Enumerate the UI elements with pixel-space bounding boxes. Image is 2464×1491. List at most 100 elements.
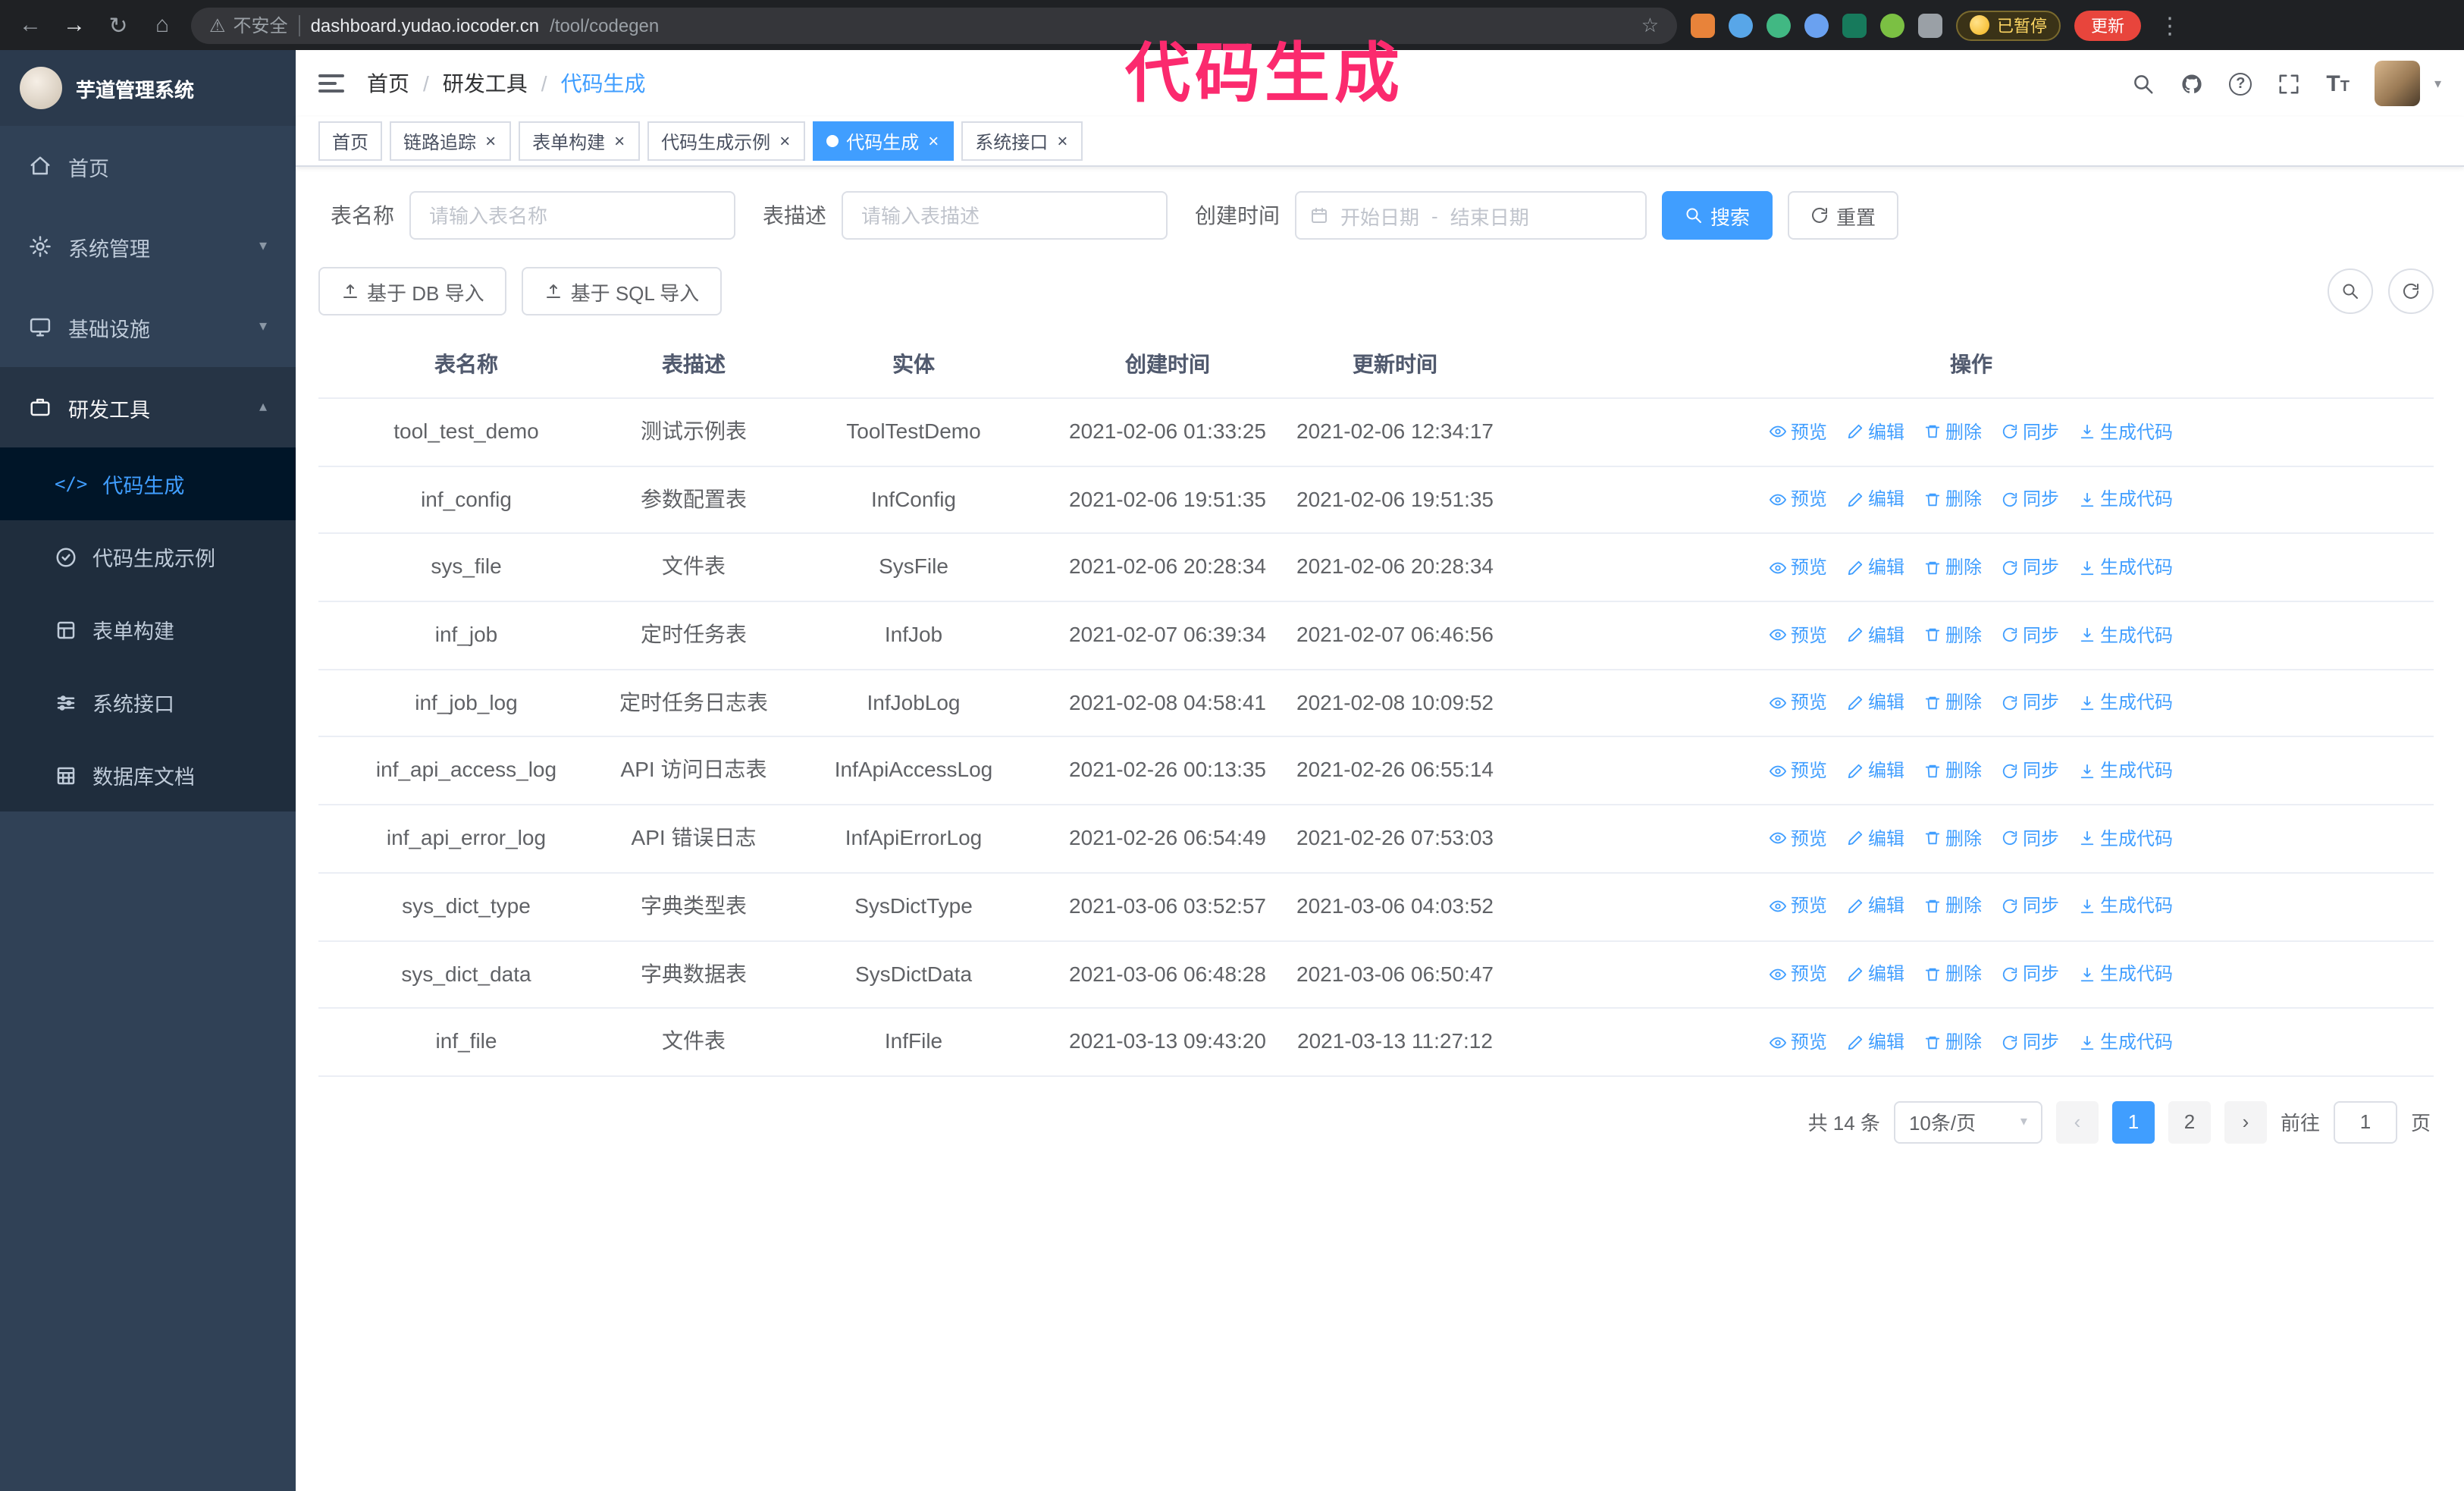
edit-link[interactable]: 编辑 [1847, 485, 1904, 513]
delete-link[interactable]: 删除 [1924, 418, 1982, 446]
browser-back-icon[interactable]: ← [15, 12, 45, 38]
generate-code-link[interactable]: 生成代码 [2079, 554, 2173, 582]
extension-icon-blue-drop[interactable] [1729, 13, 1753, 37]
fullscreen-icon[interactable] [2277, 72, 2300, 95]
sidebar-item-db-doc[interactable]: 数据库文档 [0, 739, 296, 811]
delete-link[interactable]: 删除 [1924, 621, 1982, 649]
edit-link[interactable]: 编辑 [1847, 554, 1904, 582]
delete-link[interactable]: 删除 [1924, 1028, 1982, 1056]
generate-code-link[interactable]: 生成代码 [2079, 621, 2173, 649]
preview-link[interactable]: 预览 [1769, 554, 1827, 582]
sync-link[interactable]: 同步 [2002, 960, 2059, 988]
prev-page-button[interactable]: ‹ [2055, 1100, 2099, 1144]
table-name-input[interactable] [409, 191, 735, 240]
sidebar-item-dev-tools[interactable]: 研发工具 ▴ [0, 367, 296, 447]
sidebar-item-infrastructure[interactable]: 基础设施 ▾ [0, 287, 296, 367]
browser-home-icon[interactable]: ⌂ [147, 12, 177, 38]
hamburger-icon[interactable] [318, 74, 344, 93]
generate-code-link[interactable]: 生成代码 [2079, 1028, 2173, 1056]
delete-link[interactable]: 删除 [1924, 485, 1982, 513]
goto-page-input[interactable] [2333, 1100, 2397, 1144]
sync-link[interactable]: 同步 [2002, 757, 2059, 785]
sync-link[interactable]: 同步 [2002, 893, 2059, 921]
sidebar-item-system-api[interactable]: 系统接口 [0, 666, 296, 739]
extension-icon-green[interactable] [1880, 13, 1904, 37]
import-sql-button[interactable]: 基于 SQL 导入 [522, 267, 723, 315]
preview-link[interactable]: 预览 [1769, 960, 1827, 988]
sidebar-item-home[interactable]: 首页 [0, 126, 296, 206]
generate-code-link[interactable]: 生成代码 [2079, 757, 2173, 785]
breadcrumb-item[interactable]: 首页 [367, 68, 409, 99]
sync-link[interactable]: 同步 [2002, 418, 2059, 446]
extension-icon-teal[interactable] [1842, 13, 1867, 37]
extension-icon-orange[interactable] [1691, 13, 1715, 37]
close-icon[interactable]: × [484, 132, 497, 150]
font-size-icon[interactable]: TT [2326, 72, 2350, 95]
sync-link[interactable]: 同步 [2002, 689, 2059, 717]
edit-link[interactable]: 编辑 [1847, 689, 1904, 717]
search-button[interactable]: 搜索 [1662, 191, 1773, 240]
github-icon[interactable] [2180, 72, 2203, 95]
extension-icon-vue[interactable] [1766, 13, 1791, 37]
security-chip[interactable]: ⚠ 不安全 [209, 12, 288, 38]
sync-link[interactable]: 同步 [2002, 485, 2059, 513]
close-icon[interactable]: × [778, 132, 792, 150]
preview-link[interactable]: 预览 [1769, 418, 1827, 446]
extensions-puzzle-icon[interactable] [1918, 13, 1942, 37]
breadcrumb-item[interactable]: 研发工具 [443, 68, 528, 99]
preview-link[interactable]: 预览 [1769, 757, 1827, 785]
generate-code-link[interactable]: 生成代码 [2079, 824, 2173, 852]
import-db-button[interactable]: 基于 DB 导入 [318, 267, 507, 315]
preview-link[interactable]: 预览 [1769, 485, 1827, 513]
browser-forward-icon[interactable]: → [59, 12, 89, 38]
edit-link[interactable]: 编辑 [1847, 621, 1904, 649]
page-button-1[interactable]: 1 [2111, 1100, 2155, 1144]
generate-code-link[interactable]: 生成代码 [2079, 485, 2173, 513]
sidebar-logo[interactable]: 芋道管理系统 [0, 50, 296, 126]
preview-link[interactable]: 预览 [1769, 621, 1827, 649]
sync-link[interactable]: 同步 [2002, 621, 2059, 649]
sidebar-item-codegen-example[interactable]: 代码生成示例 [0, 520, 296, 593]
delete-link[interactable]: 删除 [1924, 824, 1982, 852]
avatar-caret-icon[interactable]: ▾ [2434, 75, 2441, 92]
next-page-button[interactable]: › [2224, 1100, 2267, 1144]
edit-link[interactable]: 编辑 [1847, 960, 1904, 988]
chrome-update-button[interactable]: 更新 [2074, 10, 2141, 40]
search-icon[interactable] [2132, 72, 2155, 95]
delete-link[interactable]: 删除 [1924, 689, 1982, 717]
preview-link[interactable]: 预览 [1769, 1028, 1827, 1056]
generate-code-link[interactable]: 生成代码 [2079, 689, 2173, 717]
delete-link[interactable]: 删除 [1924, 893, 1982, 921]
generate-code-link[interactable]: 生成代码 [2079, 418, 2173, 446]
bookmark-star-icon[interactable]: ☆ [1641, 13, 1659, 37]
refresh-table-button[interactable] [2388, 268, 2434, 314]
delete-link[interactable]: 删除 [1924, 960, 1982, 988]
browser-menu-kebab-icon[interactable]: ⋮ [2155, 11, 2185, 39]
tab-form-builder[interactable]: 表单构建 × [519, 121, 641, 161]
sidebar-item-system-mgmt[interactable]: 系统管理 ▾ [0, 206, 296, 287]
address-bar[interactable]: ⚠ 不安全 dashboard.yudao.iocoder.cn/tool/co… [191, 7, 1677, 43]
page-size-select[interactable]: 10条/页 ▾ [1893, 1100, 2042, 1144]
sync-link[interactable]: 同步 [2002, 1028, 2059, 1056]
close-icon[interactable]: × [613, 132, 626, 150]
close-icon[interactable]: × [926, 132, 940, 150]
edit-link[interactable]: 编辑 [1847, 1028, 1904, 1056]
date-range-picker[interactable]: 开始日期 - 结束日期 [1295, 191, 1647, 240]
sidebar-item-form-builder[interactable]: 表单构建 [0, 593, 296, 666]
edit-link[interactable]: 编辑 [1847, 824, 1904, 852]
preview-link[interactable]: 预览 [1769, 893, 1827, 921]
profile-paused-badge[interactable]: 已暂停 [1956, 10, 2061, 40]
toggle-search-button[interactable] [2328, 268, 2373, 314]
preview-link[interactable]: 预览 [1769, 689, 1827, 717]
tab-trace[interactable]: 链路追踪 × [390, 121, 512, 161]
extension-icon-people[interactable] [1804, 13, 1829, 37]
close-icon[interactable]: × [1055, 132, 1069, 150]
help-icon[interactable]: ? [2229, 72, 2252, 95]
tab-codegen-example[interactable]: 代码生成示例 × [647, 121, 806, 161]
sidebar-item-codegen[interactable]: </> 代码生成 [0, 447, 296, 520]
edit-link[interactable]: 编辑 [1847, 418, 1904, 446]
generate-code-link[interactable]: 生成代码 [2079, 893, 2173, 921]
preview-link[interactable]: 预览 [1769, 824, 1827, 852]
edit-link[interactable]: 编辑 [1847, 757, 1904, 785]
tab-home[interactable]: 首页 [318, 121, 383, 161]
